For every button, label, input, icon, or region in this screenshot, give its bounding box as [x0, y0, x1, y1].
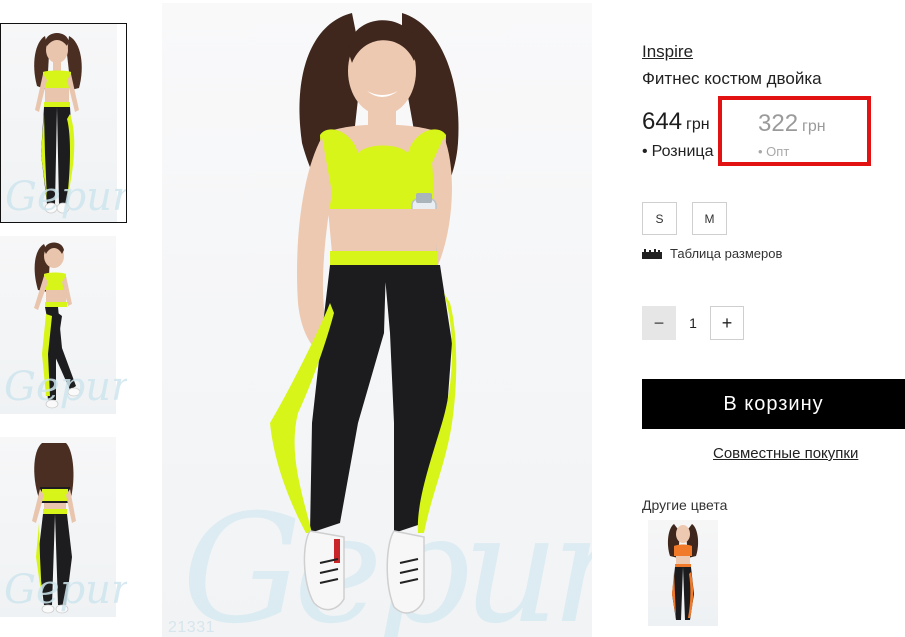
retail-price-value: 644 — [642, 108, 683, 135]
ruler-icon — [642, 248, 662, 259]
wholesale-price-currency: грн — [802, 118, 826, 135]
thumbnail-back[interactable]: Gepur — [0, 437, 127, 617]
thumbnail-side[interactable]: Gepur — [0, 236, 127, 414]
size-table-label: Таблица размеров — [670, 246, 783, 261]
joint-purchases-link[interactable]: Совместные покупки — [713, 445, 858, 462]
retail-price-label: • Розница — [642, 143, 713, 161]
main-model-figure — [270, 13, 459, 614]
quantity-increase-button[interactable]: + — [710, 306, 744, 340]
product-sku: 21331 — [168, 619, 215, 636]
color-variant-figure — [667, 524, 699, 620]
retail-price-currency: грн — [686, 116, 710, 133]
size-option-s[interactable]: S — [642, 202, 677, 235]
quantity-value[interactable]: 1 — [676, 306, 710, 340]
wholesale-price: 322 грн — [758, 110, 826, 138]
bullet-icon: • — [758, 144, 767, 159]
wholesale-price-value: 322 — [758, 110, 799, 137]
wholesale-label-text: Опт — [766, 144, 790, 159]
wholesale-price-label: • Опт — [758, 144, 789, 159]
thumbnail-watermark: Gepur — [4, 364, 127, 410]
add-to-cart-button[interactable]: В корзину — [642, 379, 905, 429]
thumbnail-watermark: Gepur — [4, 567, 127, 613]
quantity-decrease-button[interactable]: − — [642, 306, 676, 340]
brand-link[interactable]: Inspire — [642, 42, 693, 62]
color-variant-orange[interactable] — [648, 520, 718, 626]
size-table-link[interactable]: Таблица размеров — [642, 246, 782, 261]
retail-label-text: Розница — [651, 143, 714, 160]
retail-price: 644 грн — [642, 108, 710, 136]
thumbnail-front[interactable]: Gepur — [0, 23, 127, 223]
product-title: Фитнес костюм двойка — [642, 69, 822, 88]
wholesale-price-highlight: 322 грн • Опт — [718, 96, 871, 166]
main-product-photo[interactable]: Gepur 21331 — [162, 3, 592, 637]
thumbnail-watermark: Gepur — [5, 174, 127, 220]
size-option-m[interactable]: M — [692, 202, 727, 235]
bullet-icon: • — [642, 143, 648, 160]
other-colors-label: Другие цвета — [642, 497, 728, 513]
